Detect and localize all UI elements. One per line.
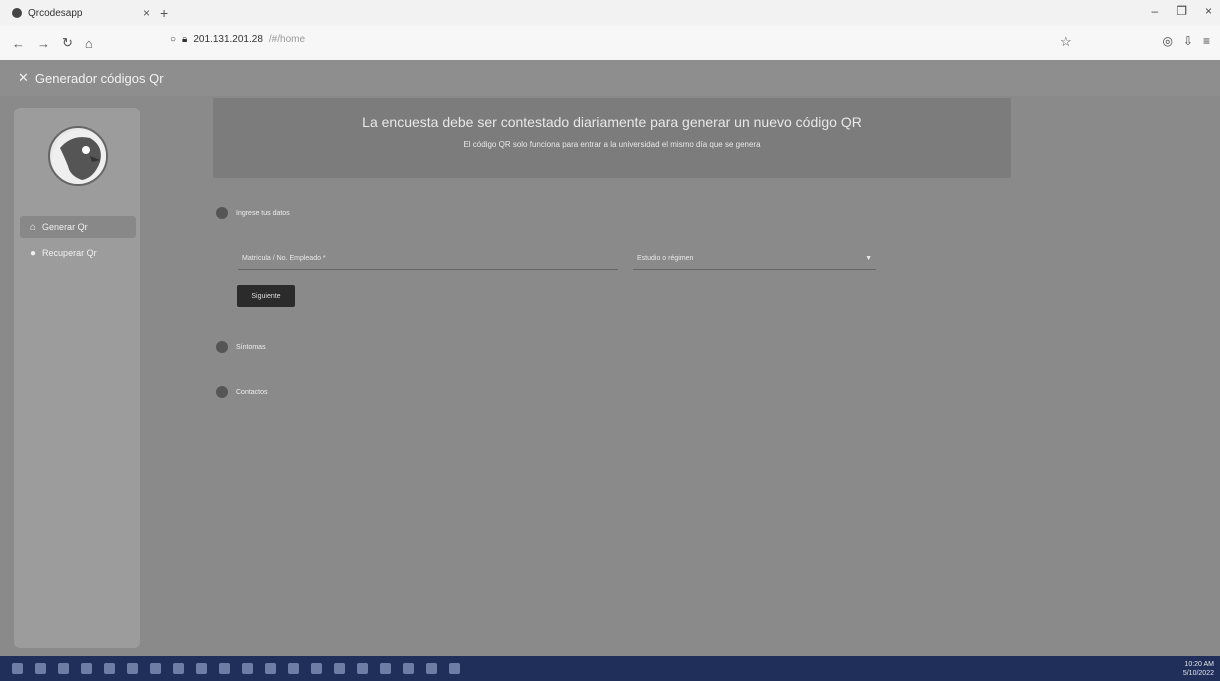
forward-icon[interactable]: → <box>37 36 50 51</box>
address-host: 201.131.201.28 <box>193 34 263 45</box>
restore-icon[interactable]: ❐ <box>1176 4 1187 18</box>
download-icon[interactable]: ⇩ <box>1183 34 1193 48</box>
app-icon[interactable] <box>380 663 391 674</box>
app-icon[interactable] <box>127 663 138 674</box>
sidebar-item-recuperar-qr[interactable]: ● Recuperar Qr <box>20 242 136 264</box>
matricula-field[interactable]: Matrícula / No. Empleado * <box>238 248 618 270</box>
avatar <box>48 126 108 186</box>
window-controls: – ❐ × <box>1152 4 1212 18</box>
close-window-icon[interactable]: × <box>1205 4 1212 18</box>
bookmark-star-icon[interactable]: ☆ <box>1060 34 1072 50</box>
app-icon[interactable] <box>426 663 437 674</box>
browser-tabbar: Qrcodesapp × + – ❐ × <box>0 0 1220 26</box>
app-icon[interactable] <box>265 663 276 674</box>
taskbar: 10:20 AM 5/10/2022 <box>0 656 1220 681</box>
app-icon[interactable] <box>357 663 368 674</box>
favicon-icon <box>12 8 22 18</box>
app-icon[interactable] <box>173 663 184 674</box>
sidebar-item-label: Recuperar Qr <box>42 248 97 258</box>
app-icon[interactable] <box>242 663 253 674</box>
browser-actions: ◎ ⇩ ≡ <box>1162 34 1210 48</box>
cortana-icon[interactable] <box>58 663 69 674</box>
browser-tab[interactable]: Qrcodesapp × <box>6 2 156 24</box>
address-bar[interactable]: ○ 🔒︎ 201.131.201.28 /#/home <box>170 34 305 45</box>
app-icon[interactable] <box>311 663 322 674</box>
banner-subtitle: El código QR solo funciona para entrar a… <box>463 140 761 149</box>
firefox-icon[interactable] <box>196 663 207 674</box>
sidebar-item-label: Generar Qr <box>42 222 88 232</box>
clock-time: 10:20 AM <box>1184 661 1214 668</box>
new-tab-icon[interactable]: + <box>160 5 168 21</box>
task-view-icon[interactable] <box>81 663 92 674</box>
banner-title: La encuesta debe ser contestado diariame… <box>362 114 862 130</box>
regimen-placeholder: Estudio o régimen <box>637 255 694 262</box>
step-label: Síntomas <box>236 343 266 351</box>
person-icon: ● <box>30 247 37 259</box>
app-icon[interactable] <box>334 663 345 674</box>
chevron-down-icon: ▼ <box>865 255 872 262</box>
step-number-icon <box>216 207 228 219</box>
search-icon[interactable] <box>35 663 46 674</box>
siguiente-button[interactable]: Siguiente <box>237 285 295 307</box>
avatar-image <box>52 130 106 184</box>
close-tab-icon[interactable]: × <box>143 6 150 20</box>
minimize-icon[interactable]: – <box>1152 4 1159 18</box>
browser-navbar: ← → ↻ ⌂ ○ 🔒︎ 201.131.201.28 /#/home ☆ ◎ ⇩… <box>0 26 1220 60</box>
reload-icon[interactable]: ↻ <box>62 35 73 51</box>
matricula-placeholder: Matrícula / No. Empleado * <box>242 255 326 262</box>
sidebar-item-generar-qr[interactable]: ⌂ Generar Qr <box>20 216 136 238</box>
home-icon[interactable]: ⌂ <box>85 36 93 51</box>
step-number-icon <box>216 386 228 398</box>
main-content: ⌂ Generar Qr ● Recuperar Qr La encuesta … <box>0 96 1220 656</box>
step-label: Contactos <box>236 388 268 396</box>
taskbar-clock[interactable]: 10:20 AM 5/10/2022 <box>1183 660 1214 678</box>
app-icon[interactable] <box>104 663 115 674</box>
app-icon[interactable] <box>449 663 460 674</box>
app-title: Generador códigos Qr <box>34 70 164 86</box>
app-toolbar: ✕ Generador códigos Qr <box>0 60 1220 96</box>
app-icon[interactable] <box>219 663 230 674</box>
clock-date: 5/10/2022 <box>1182 670 1214 677</box>
edge-icon[interactable] <box>150 663 161 674</box>
back-icon[interactable]: ← <box>12 36 25 51</box>
step-3[interactable]: Contactos <box>216 386 268 398</box>
regimen-select[interactable]: Estudio o régimen ▼ <box>633 248 876 270</box>
tab-title: Qrcodesapp <box>28 7 83 19</box>
info-banner: La encuesta debe ser contestado diariame… <box>213 98 1011 178</box>
step-2[interactable]: Síntomas <box>216 341 266 353</box>
menu-icon[interactable]: ≡ <box>1203 34 1210 48</box>
step-label: Ingrese tus datos <box>236 209 290 217</box>
home-icon: ⌂ <box>30 221 37 233</box>
app-icon[interactable] <box>288 663 299 674</box>
sidebar: ⌂ Generar Qr ● Recuperar Qr <box>14 108 140 648</box>
pocket-icon[interactable]: ◎ <box>1162 34 1172 48</box>
lock-icon: 🔒︎ <box>182 34 188 45</box>
app-icon[interactable] <box>403 663 414 674</box>
windows-start-icon[interactable] <box>12 663 23 674</box>
shield-icon: ○ <box>170 34 177 45</box>
step-number-icon <box>216 341 228 353</box>
close-menu-icon[interactable]: ✕ <box>18 70 29 86</box>
step-1[interactable]: Ingrese tus datos <box>216 207 290 219</box>
address-path: /#/home <box>268 34 306 45</box>
